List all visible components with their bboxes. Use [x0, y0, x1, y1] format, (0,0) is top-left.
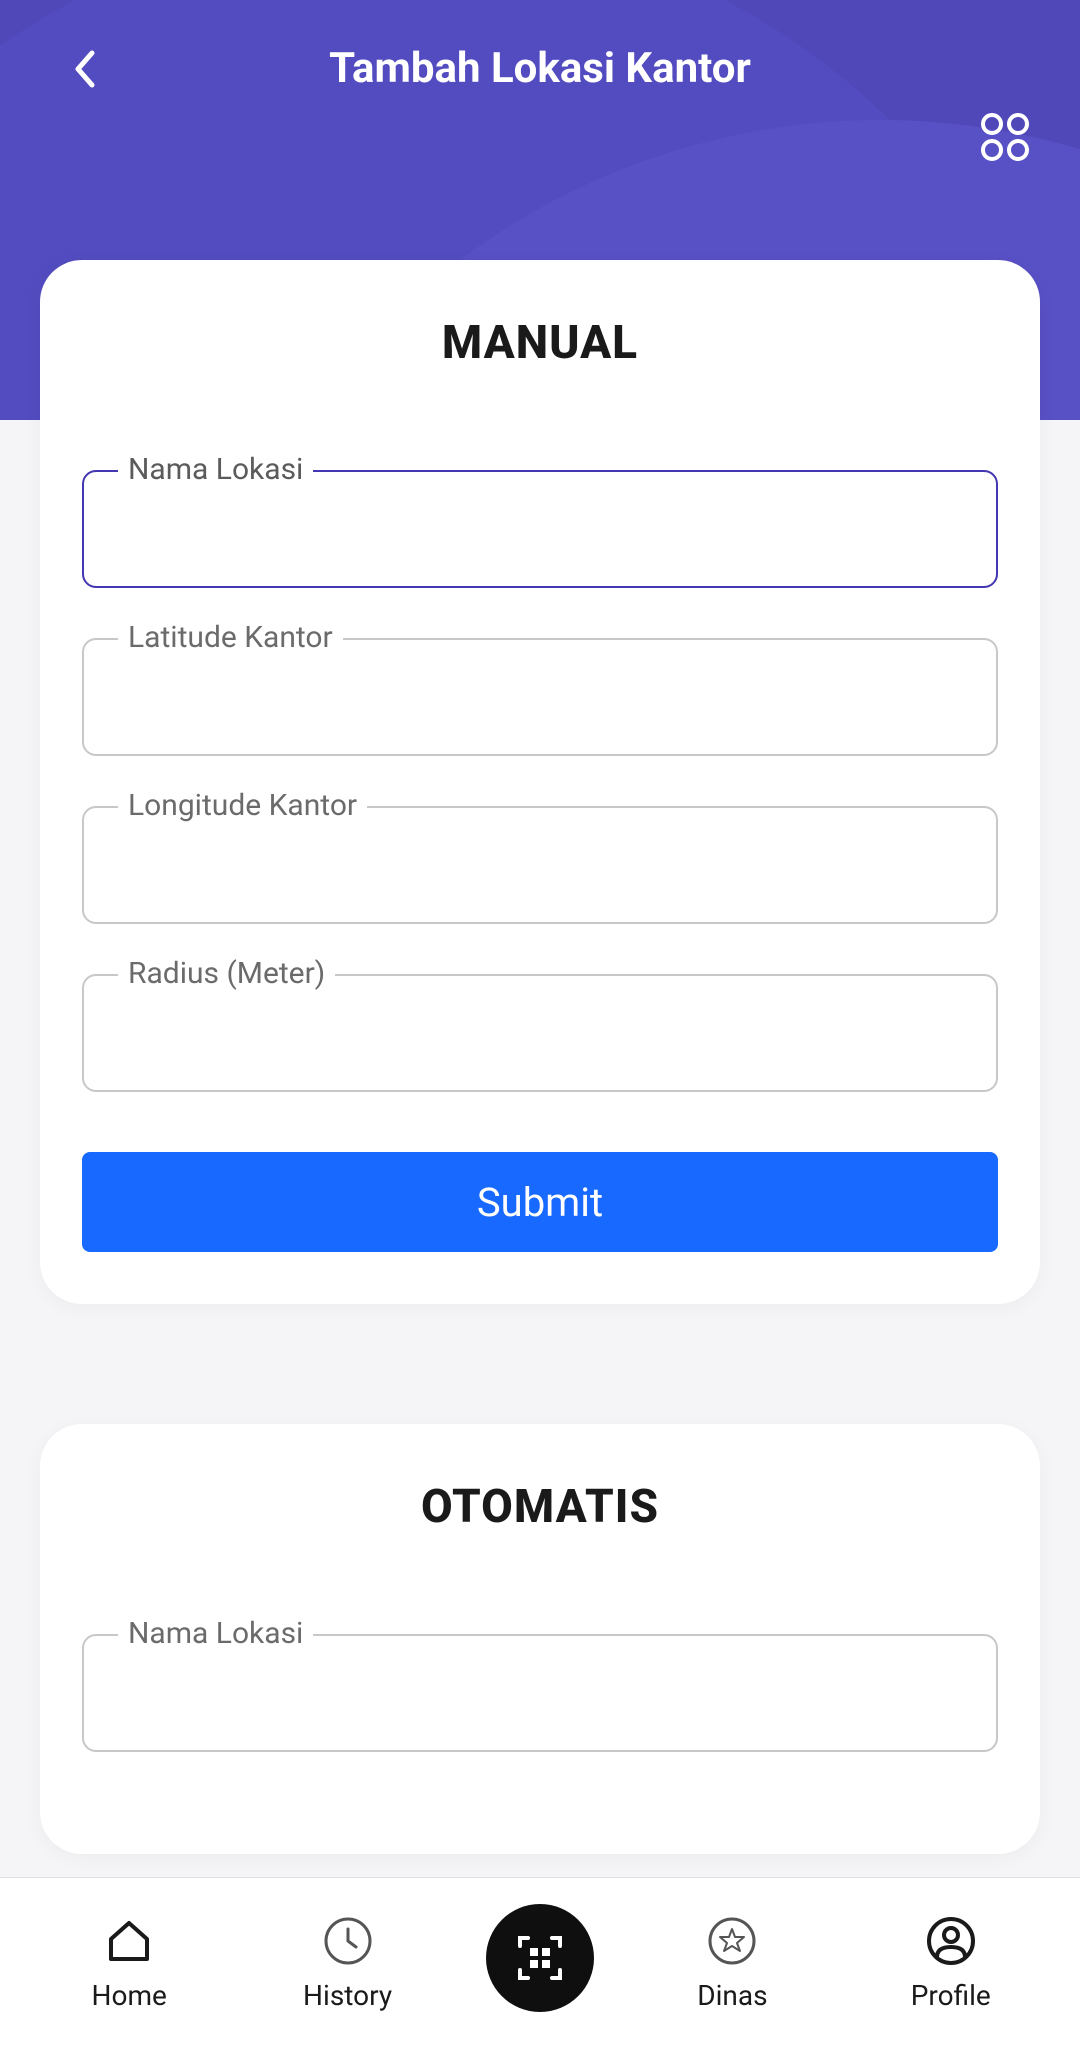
- content-area: MANUAL Nama Lokasi Latitude Kantor Longi…: [0, 260, 1080, 1854]
- field-label: Latitude Kantor: [118, 620, 343, 655]
- star-icon: [704, 1913, 760, 1969]
- manual-card: MANUAL Nama Lokasi Latitude Kantor Longi…: [40, 260, 1040, 1304]
- nav-dinas[interactable]: Dinas: [652, 1913, 812, 2012]
- field-label: Nama Lokasi: [118, 452, 313, 487]
- otomatis-title: OTOMATIS: [82, 1480, 998, 1534]
- field-label: Longitude Kantor: [118, 788, 367, 823]
- longitude-input[interactable]: [82, 806, 998, 924]
- field-nama-lokasi-auto: Nama Lokasi: [82, 1634, 998, 1752]
- submit-button[interactable]: Submit: [82, 1152, 998, 1252]
- nama-lokasi-input[interactable]: [82, 470, 998, 588]
- field-nama-lokasi: Nama Lokasi: [82, 470, 998, 588]
- home-icon: [101, 1913, 157, 1969]
- bottom-nav: Home History Dinas: [0, 1877, 1080, 2047]
- menu-grid-button[interactable]: [978, 110, 1032, 168]
- page-title: Tambah Lokasi Kantor: [60, 44, 1020, 93]
- field-label: Radius (Meter): [118, 956, 335, 991]
- nav-label: Profile: [911, 1979, 991, 2012]
- nav-qr-button[interactable]: [486, 1904, 594, 2012]
- nav-history[interactable]: History: [268, 1913, 428, 2012]
- nav-label: Home: [92, 1979, 167, 2012]
- radius-input[interactable]: [82, 974, 998, 1092]
- nav-home[interactable]: Home: [49, 1913, 209, 2012]
- person-icon: [923, 1913, 979, 1969]
- latitude-input[interactable]: [82, 638, 998, 756]
- field-radius: Radius (Meter): [82, 974, 998, 1092]
- clock-icon: [320, 1913, 376, 1969]
- field-longitude: Longitude Kantor: [82, 806, 998, 924]
- grid-icon: [978, 110, 1032, 164]
- nav-label: History: [303, 1979, 392, 2012]
- qr-icon: [514, 1932, 566, 1984]
- manual-title: MANUAL: [82, 316, 998, 370]
- field-latitude: Latitude Kantor: [82, 638, 998, 756]
- nav-label: Dinas: [697, 1979, 767, 2012]
- nav-profile[interactable]: Profile: [871, 1913, 1031, 2012]
- otomatis-card: OTOMATIS Nama Lokasi: [40, 1424, 1040, 1854]
- field-label: Nama Lokasi: [118, 1616, 313, 1651]
- nama-lokasi-auto-input[interactable]: [82, 1634, 998, 1752]
